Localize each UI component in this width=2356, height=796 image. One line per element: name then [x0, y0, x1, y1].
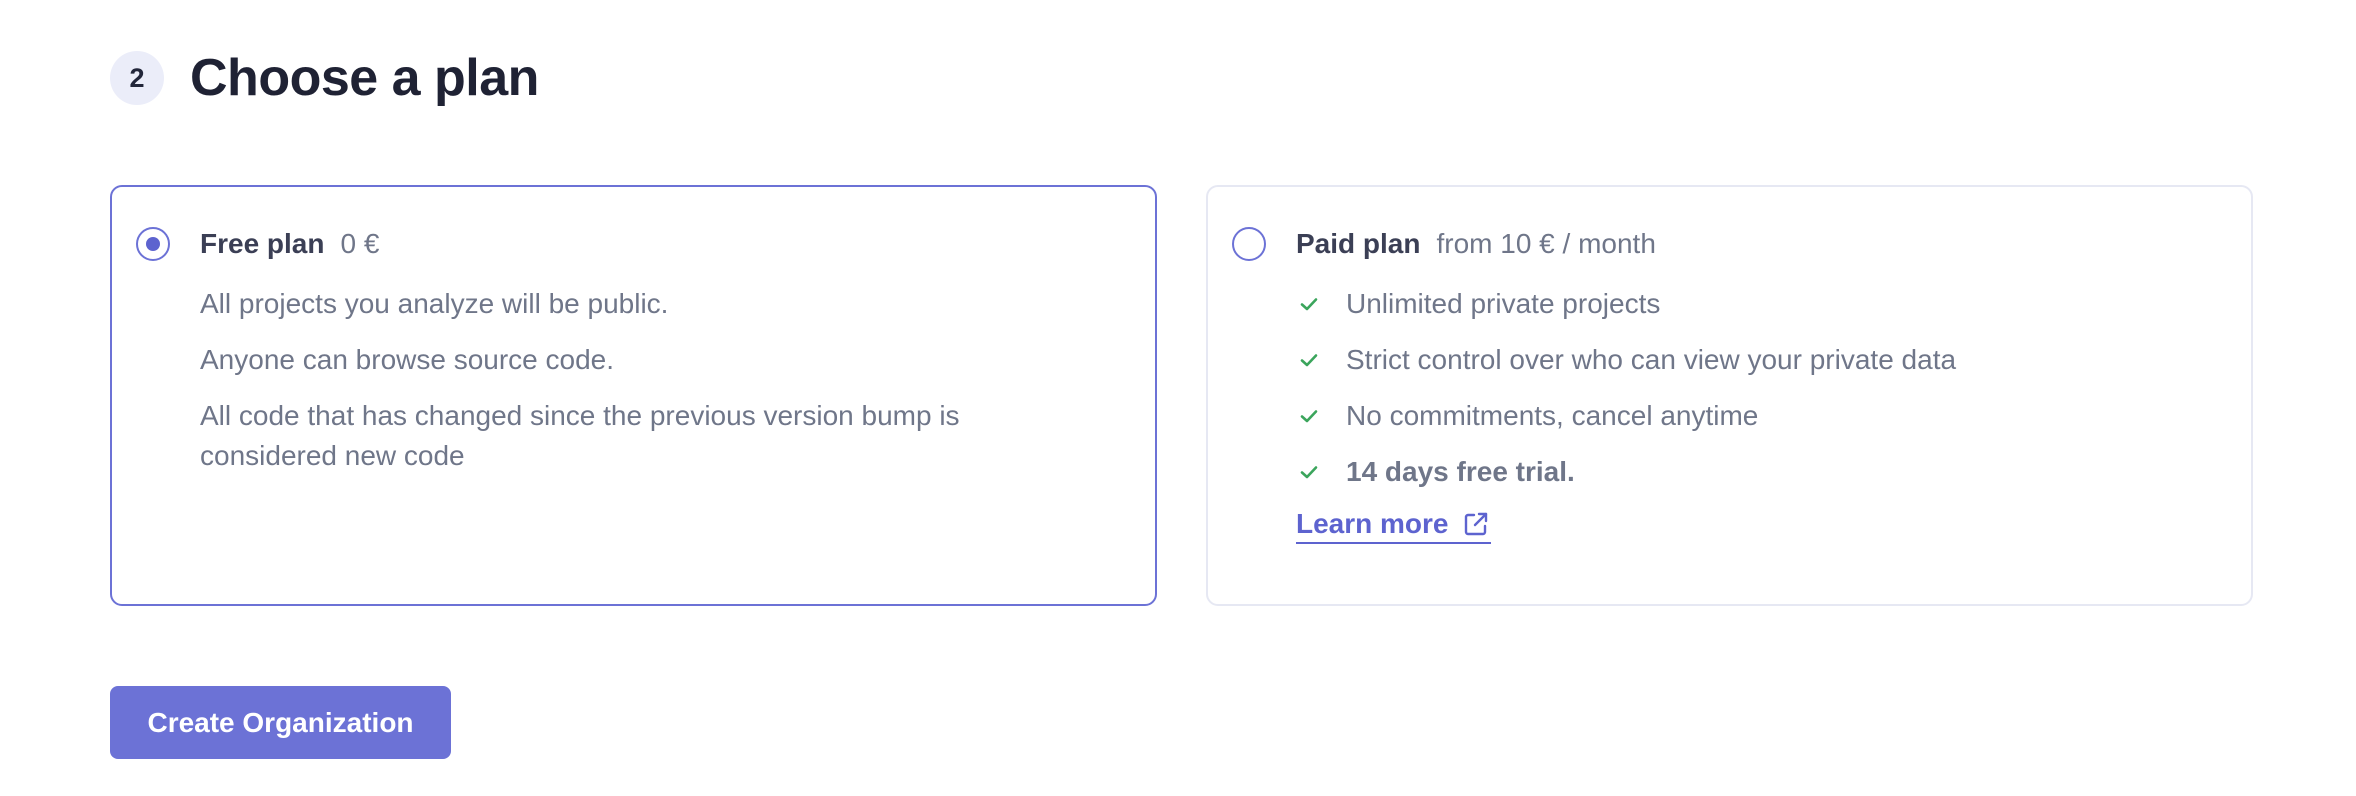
- free-plan-description: All projects you analyze will be public.: [200, 288, 669, 319]
- free-plan-description: All code that has changed since the prev…: [200, 400, 960, 471]
- feature-item: Unlimited private projects: [1298, 284, 2251, 324]
- feature-item: 14 days free trial.: [1298, 452, 2251, 492]
- paid-plan-card[interactable]: Paid plan from 10 € / month Unlimited pr…: [1206, 185, 2253, 606]
- feature-text: No commitments, cancel anytime: [1346, 400, 1759, 431]
- free-plan-description-list: All projects you analyze will be public.…: [112, 284, 1155, 476]
- paid-plan-radio[interactable]: [1232, 227, 1266, 261]
- step-number-badge: 2: [110, 51, 164, 105]
- paid-plan-name: Paid plan: [1296, 228, 1421, 259]
- radio-selected-dot: [146, 237, 160, 251]
- feature-text: 14 days free trial.: [1346, 456, 1575, 487]
- create-organization-button[interactable]: Create Organization: [110, 686, 451, 759]
- free-plan-name: Free plan: [200, 228, 325, 259]
- external-link-icon: [1464, 512, 1487, 536]
- free-plan-description: Anyone can browse source code.: [200, 344, 615, 375]
- check-icon: [1300, 466, 1318, 479]
- feature-item: Strict control over who can view your pr…: [1298, 340, 2251, 380]
- plan-cards: Free plan 0 € All projects you analyze w…: [110, 185, 2253, 606]
- free-plan-price: 0 €: [340, 228, 380, 259]
- paid-plan-header: Paid plan from 10 € / month: [1208, 222, 2251, 266]
- paid-plan-feature-list: Unlimited private projects Strict contro…: [1208, 284, 2251, 492]
- feature-text: Strict control over who can view your pr…: [1346, 344, 1957, 375]
- learn-more-label: Learn more: [1296, 508, 1449, 539]
- feature-item: No commitments, cancel anytime: [1298, 396, 2251, 436]
- feature-text: Unlimited private projects: [1346, 288, 1661, 319]
- check-icon: [1300, 410, 1318, 423]
- check-icon: [1300, 354, 1318, 367]
- learn-more-link[interactable]: Learn more: [1296, 508, 1491, 544]
- free-plan-radio[interactable]: [136, 227, 170, 261]
- free-plan-card[interactable]: Free plan 0 € All projects you analyze w…: [110, 185, 1157, 606]
- plan-selection-page: 2 Choose a plan Free plan 0 € All projec…: [0, 0, 2356, 796]
- check-icon: [1300, 298, 1318, 311]
- page-title: Choose a plan: [190, 49, 539, 107]
- step-header: 2 Choose a plan: [110, 48, 539, 108]
- free-plan-header: Free plan 0 €: [112, 222, 1155, 266]
- paid-plan-price: from 10 € / month: [1436, 228, 1656, 259]
